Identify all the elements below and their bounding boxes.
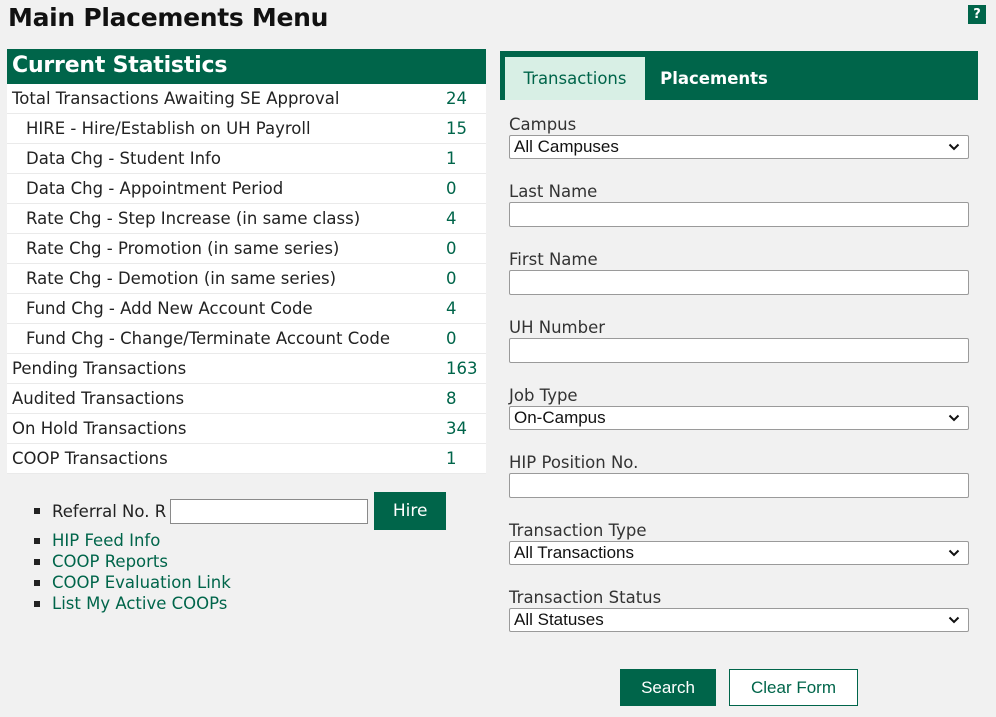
stat-value[interactable]: 0	[446, 174, 486, 203]
stat-row-step-increase[interactable]: Rate Chg - Step Increase (in same class)…	[7, 204, 486, 234]
hip-position-label: HIP Position No.	[509, 453, 639, 472]
stat-row-student-info[interactable]: Data Chg - Student Info 1	[7, 144, 486, 174]
transaction-type-label: Transaction Type	[509, 521, 647, 540]
stat-value[interactable]: 163	[446, 354, 486, 383]
square-bullet-icon	[34, 579, 40, 586]
campus-label: Campus	[509, 115, 577, 134]
stat-row-on-hold[interactable]: On Hold Transactions 34	[7, 414, 486, 444]
stat-row-audited[interactable]: Audited Transactions 8	[7, 384, 486, 414]
current-statistics-panel: Current Statistics Total Transactions Aw…	[7, 49, 486, 474]
stat-value[interactable]: 1	[446, 444, 486, 473]
chevron-down-icon	[948, 143, 960, 151]
stat-label: On Hold Transactions	[12, 419, 187, 438]
page-title: Main Placements Menu	[8, 3, 329, 32]
transaction-type-select[interactable]: All Transactions	[509, 541, 969, 565]
stat-row-total-awaiting[interactable]: Total Transactions Awaiting SE Approval …	[7, 84, 486, 114]
stat-value[interactable]: 34	[446, 414, 486, 443]
stat-row-hire[interactable]: HIRE - Hire/Establish on UH Payroll 15	[7, 114, 486, 144]
stat-row-appointment-period[interactable]: Data Chg - Appointment Period 0	[7, 174, 486, 204]
referral-label: Referral No. R	[52, 501, 167, 521]
job-type-selected-value: On-Campus	[514, 408, 606, 427]
search-button[interactable]: Search	[620, 669, 716, 706]
stat-row-promotion[interactable]: Rate Chg - Promotion (in same series) 0	[7, 234, 486, 264]
transaction-status-select[interactable]: All Statuses	[509, 608, 969, 632]
first-name-input[interactable]	[509, 270, 969, 295]
stat-value[interactable]: 24	[446, 84, 486, 113]
search-form: Campus All Campuses Last Name First Name…	[500, 0, 978, 717]
stat-label: COOP Transactions	[12, 449, 168, 468]
campus-selected-value: All Campuses	[514, 137, 619, 156]
referral-number-input[interactable]	[170, 498, 369, 524]
stat-value[interactable]: 8	[446, 384, 486, 413]
transaction-status-selected-value: All Statuses	[514, 610, 604, 629]
job-type-label: Job Type	[509, 386, 578, 405]
campus-select[interactable]: All Campuses	[509, 135, 969, 159]
list-active-coops-link[interactable]: List My Active COOPs	[52, 594, 227, 613]
last-name-label: Last Name	[509, 182, 598, 201]
transaction-type-selected-value: All Transactions	[514, 543, 634, 562]
stat-label: Rate Chg - Demotion (in same series)	[26, 269, 337, 288]
chevron-down-icon	[948, 414, 960, 422]
uh-number-input[interactable]	[509, 338, 969, 363]
stat-label: Total Transactions Awaiting SE Approval	[12, 89, 340, 108]
hip-feed-info-link[interactable]: HIP Feed Info	[52, 531, 160, 550]
coop-evaluation-link[interactable]: COOP Evaluation Link	[52, 573, 231, 592]
quick-links: Referral No. R Hire HIP Feed Info COOP R…	[34, 492, 447, 614]
stat-label: Fund Chg - Add New Account Code	[26, 299, 313, 318]
stat-value[interactable]: 0	[446, 234, 486, 263]
referral-row: Referral No. R Hire	[34, 492, 447, 530]
stat-label: Fund Chg - Change/Terminate Account Code	[26, 329, 390, 348]
stat-value[interactable]: 1	[446, 144, 486, 173]
stat-row-change-account[interactable]: Fund Chg - Change/Terminate Account Code…	[7, 324, 486, 354]
square-bullet-icon	[34, 537, 40, 544]
uh-number-label: UH Number	[509, 318, 606, 337]
list-item: COOP Reports	[34, 551, 446, 572]
hip-position-input[interactable]	[509, 473, 969, 498]
stat-value[interactable]: 0	[446, 324, 486, 353]
square-bullet-icon	[34, 558, 40, 565]
stat-label: Pending Transactions	[12, 359, 187, 378]
stat-label: Rate Chg - Promotion (in same series)	[26, 239, 340, 258]
hire-button[interactable]: Hire	[374, 492, 447, 530]
stat-value[interactable]: 0	[446, 264, 486, 293]
transaction-status-label: Transaction Status	[509, 588, 662, 607]
stat-value[interactable]: 15	[446, 114, 486, 143]
square-bullet-icon	[34, 508, 40, 514]
chevron-down-icon	[948, 616, 960, 624]
square-bullet-icon	[34, 600, 40, 607]
stat-label: Data Chg - Appointment Period	[26, 179, 284, 198]
stat-label: Data Chg - Student Info	[26, 149, 221, 168]
stat-label: HIRE - Hire/Establish on UH Payroll	[26, 119, 311, 138]
clear-form-button[interactable]: Clear Form	[729, 669, 858, 706]
statistics-header: Current Statistics	[7, 49, 486, 84]
stat-row-add-account[interactable]: Fund Chg - Add New Account Code 4	[7, 294, 486, 324]
stat-label: Audited Transactions	[12, 389, 185, 408]
stat-row-coop[interactable]: COOP Transactions 1	[7, 444, 486, 474]
stat-row-demotion[interactable]: Rate Chg - Demotion (in same series) 0	[7, 264, 486, 294]
coop-reports-link[interactable]: COOP Reports	[52, 552, 168, 571]
first-name-label: First Name	[509, 250, 598, 269]
stat-value[interactable]: 4	[446, 294, 486, 323]
stat-value[interactable]: 4	[446, 204, 486, 233]
stat-row-pending[interactable]: Pending Transactions 163	[7, 354, 486, 384]
list-item: HIP Feed Info	[34, 530, 446, 551]
list-item: List My Active COOPs	[34, 593, 446, 614]
last-name-input[interactable]	[509, 202, 969, 227]
list-item: COOP Evaluation Link	[34, 572, 446, 593]
chevron-down-icon	[948, 549, 960, 557]
job-type-select[interactable]: On-Campus	[509, 406, 969, 430]
stat-label: Rate Chg - Step Increase (in same class)	[26, 209, 361, 228]
